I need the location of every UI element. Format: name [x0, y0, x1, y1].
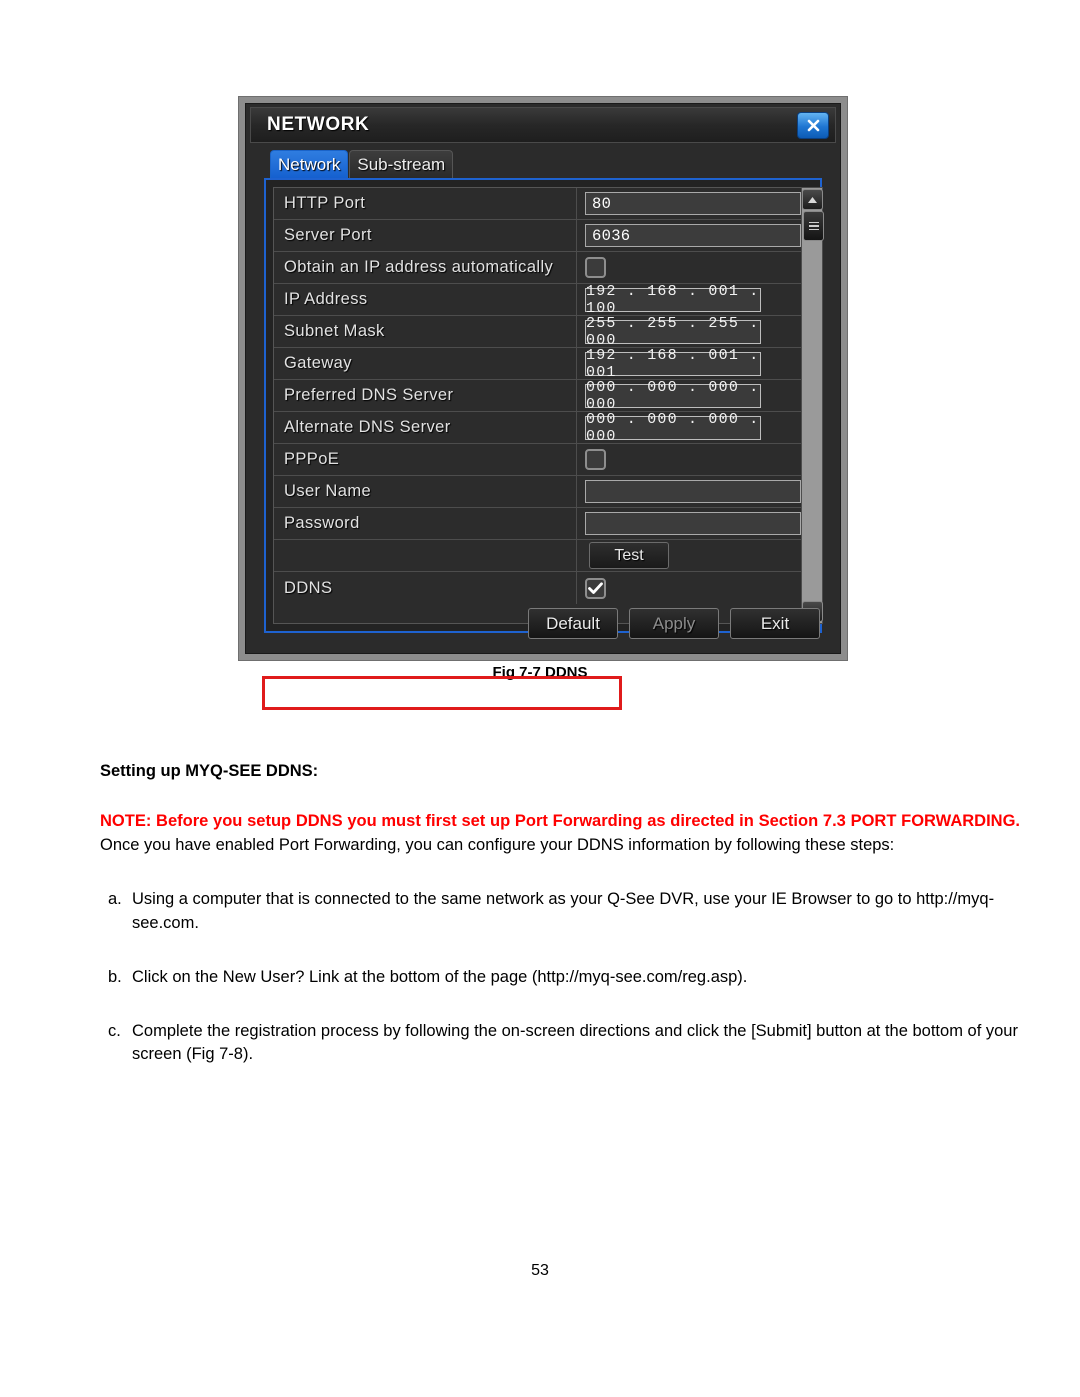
list-item: c. Complete the registration process by …	[100, 1020, 1020, 1068]
step-marker: b.	[108, 967, 122, 986]
row-password: Password	[274, 508, 801, 540]
step-marker: c.	[108, 1021, 121, 1040]
figure-caption: Fig 7-7 DDNS	[492, 664, 588, 681]
settings-panel: HTTP Port 80 Server Port 6036 Obtain an …	[264, 178, 824, 633]
label-gateway: Gateway	[274, 348, 577, 379]
test-button[interactable]: Test	[589, 542, 669, 569]
row-http-port: HTTP Port 80	[274, 188, 801, 220]
close-icon[interactable]	[797, 111, 829, 139]
row-gateway: Gateway 192 . 168 . 001 . 001	[274, 347, 801, 381]
row-subnet-mask: Subnet Mask 255 . 255 . 255 . 000	[274, 315, 801, 349]
settings-scrollbar[interactable]	[801, 187, 824, 624]
dialog-footer: Default Apply Exit	[528, 608, 820, 639]
password-input[interactable]	[585, 512, 801, 535]
step-text: Using a computer that is connected to th…	[132, 889, 995, 932]
ip-address-input[interactable]: 192 . 168 . 001 . 100	[585, 283, 761, 317]
dialog-titlebar: NETWORK	[250, 107, 836, 143]
ddns-checkbox[interactable]	[585, 577, 606, 599]
label-alternate-dns: Alternate DNS Server	[274, 412, 577, 443]
ddns-highlight-box	[262, 676, 622, 710]
label-http-port: HTTP Port	[274, 188, 577, 219]
pppoe-checkbox[interactable]	[585, 449, 606, 470]
tab-sub-stream[interactable]: Sub-stream	[349, 150, 454, 178]
chevron-up-icon[interactable]	[801, 189, 823, 210]
step-text: Complete the registration process by fol…	[132, 1021, 1018, 1064]
label-subnet-mask: Subnet Mask	[274, 316, 577, 347]
step-text: Click on the New User? Link at the botto…	[132, 967, 748, 986]
row-pppoe: PPPoE	[274, 444, 801, 476]
gateway-input[interactable]: 192 . 168 . 001 . 001	[585, 347, 761, 381]
alternate-dns-input[interactable]: 000 . 000 . 000 . 000	[585, 411, 761, 445]
obtain-ip-auto-checkbox[interactable]	[585, 257, 606, 278]
row-ip-address: IP Address 192 . 168 . 001 . 100	[274, 283, 801, 317]
label-ip-address: IP Address	[274, 284, 577, 315]
http-port-input[interactable]: 80	[585, 192, 801, 215]
row-obtain-ip-auto: Obtain an IP address automatically	[274, 252, 801, 284]
row-preferred-dns: Preferred DNS Server 000 . 000 . 000 . 0…	[274, 379, 801, 413]
dialog-title: NETWORK	[267, 114, 370, 135]
scrollbar-grip	[808, 220, 819, 233]
label-ddns: DDNS	[274, 572, 577, 604]
exit-button[interactable]: Exit	[730, 608, 820, 639]
default-button[interactable]: Default	[528, 608, 618, 639]
page-number: 53	[531, 1262, 549, 1279]
preferred-dns-input[interactable]: 000 . 000 . 000 . 000	[585, 379, 761, 413]
section-heading: Setting up MYQ-SEE DDNS:	[100, 762, 319, 780]
subnet-mask-input[interactable]: 255 . 255 . 255 . 000	[585, 315, 761, 349]
row-test: Test	[274, 540, 801, 572]
label-test-row	[274, 540, 577, 571]
step-marker: a.	[108, 889, 122, 908]
user-name-input[interactable]	[585, 480, 801, 503]
row-ddns: DDNS	[274, 572, 801, 604]
note-paragraph: NOTE: Before you setup DDNS you must fir…	[100, 810, 1020, 858]
tab-network[interactable]: Network	[270, 150, 349, 178]
document-body: Setting up MYQ-SEE DDNS: NOTE: Before yo…	[100, 760, 1020, 1097]
scrollbar-thumb[interactable]	[803, 211, 824, 241]
label-server-port: Server Port	[274, 220, 577, 251]
apply-button[interactable]: Apply	[629, 608, 719, 639]
dvr-dialog-frame: NETWORK Network Sub-stream HTTP Port 80 …	[238, 96, 848, 710]
row-server-port: Server Port 6036	[274, 220, 801, 252]
list-item: b. Click on the New User? Link at the bo…	[100, 966, 1020, 990]
note-warning-text: NOTE: Before you setup DDNS you must fir…	[100, 811, 1020, 830]
label-preferred-dns: Preferred DNS Server	[274, 380, 577, 411]
label-pppoe: PPPoE	[274, 444, 577, 475]
row-alternate-dns: Alternate DNS Server 000 . 000 . 000 . 0…	[274, 411, 801, 445]
note-rest-text: Once you have enabled Port Forwarding, y…	[100, 835, 895, 854]
label-user-name: User Name	[274, 476, 577, 507]
tab-bar: Network Sub-stream	[270, 150, 454, 178]
row-user-name: User Name	[274, 476, 801, 508]
settings-rows: HTTP Port 80 Server Port 6036 Obtain an …	[273, 187, 801, 624]
list-item: a. Using a computer that is connected to…	[100, 888, 1020, 936]
network-settings-dialog: NETWORK Network Sub-stream HTTP Port 80 …	[245, 103, 841, 710]
label-password: Password	[274, 508, 577, 539]
server-port-input[interactable]: 6036	[585, 224, 801, 247]
label-obtain-ip-auto: Obtain an IP address automatically	[274, 252, 577, 283]
